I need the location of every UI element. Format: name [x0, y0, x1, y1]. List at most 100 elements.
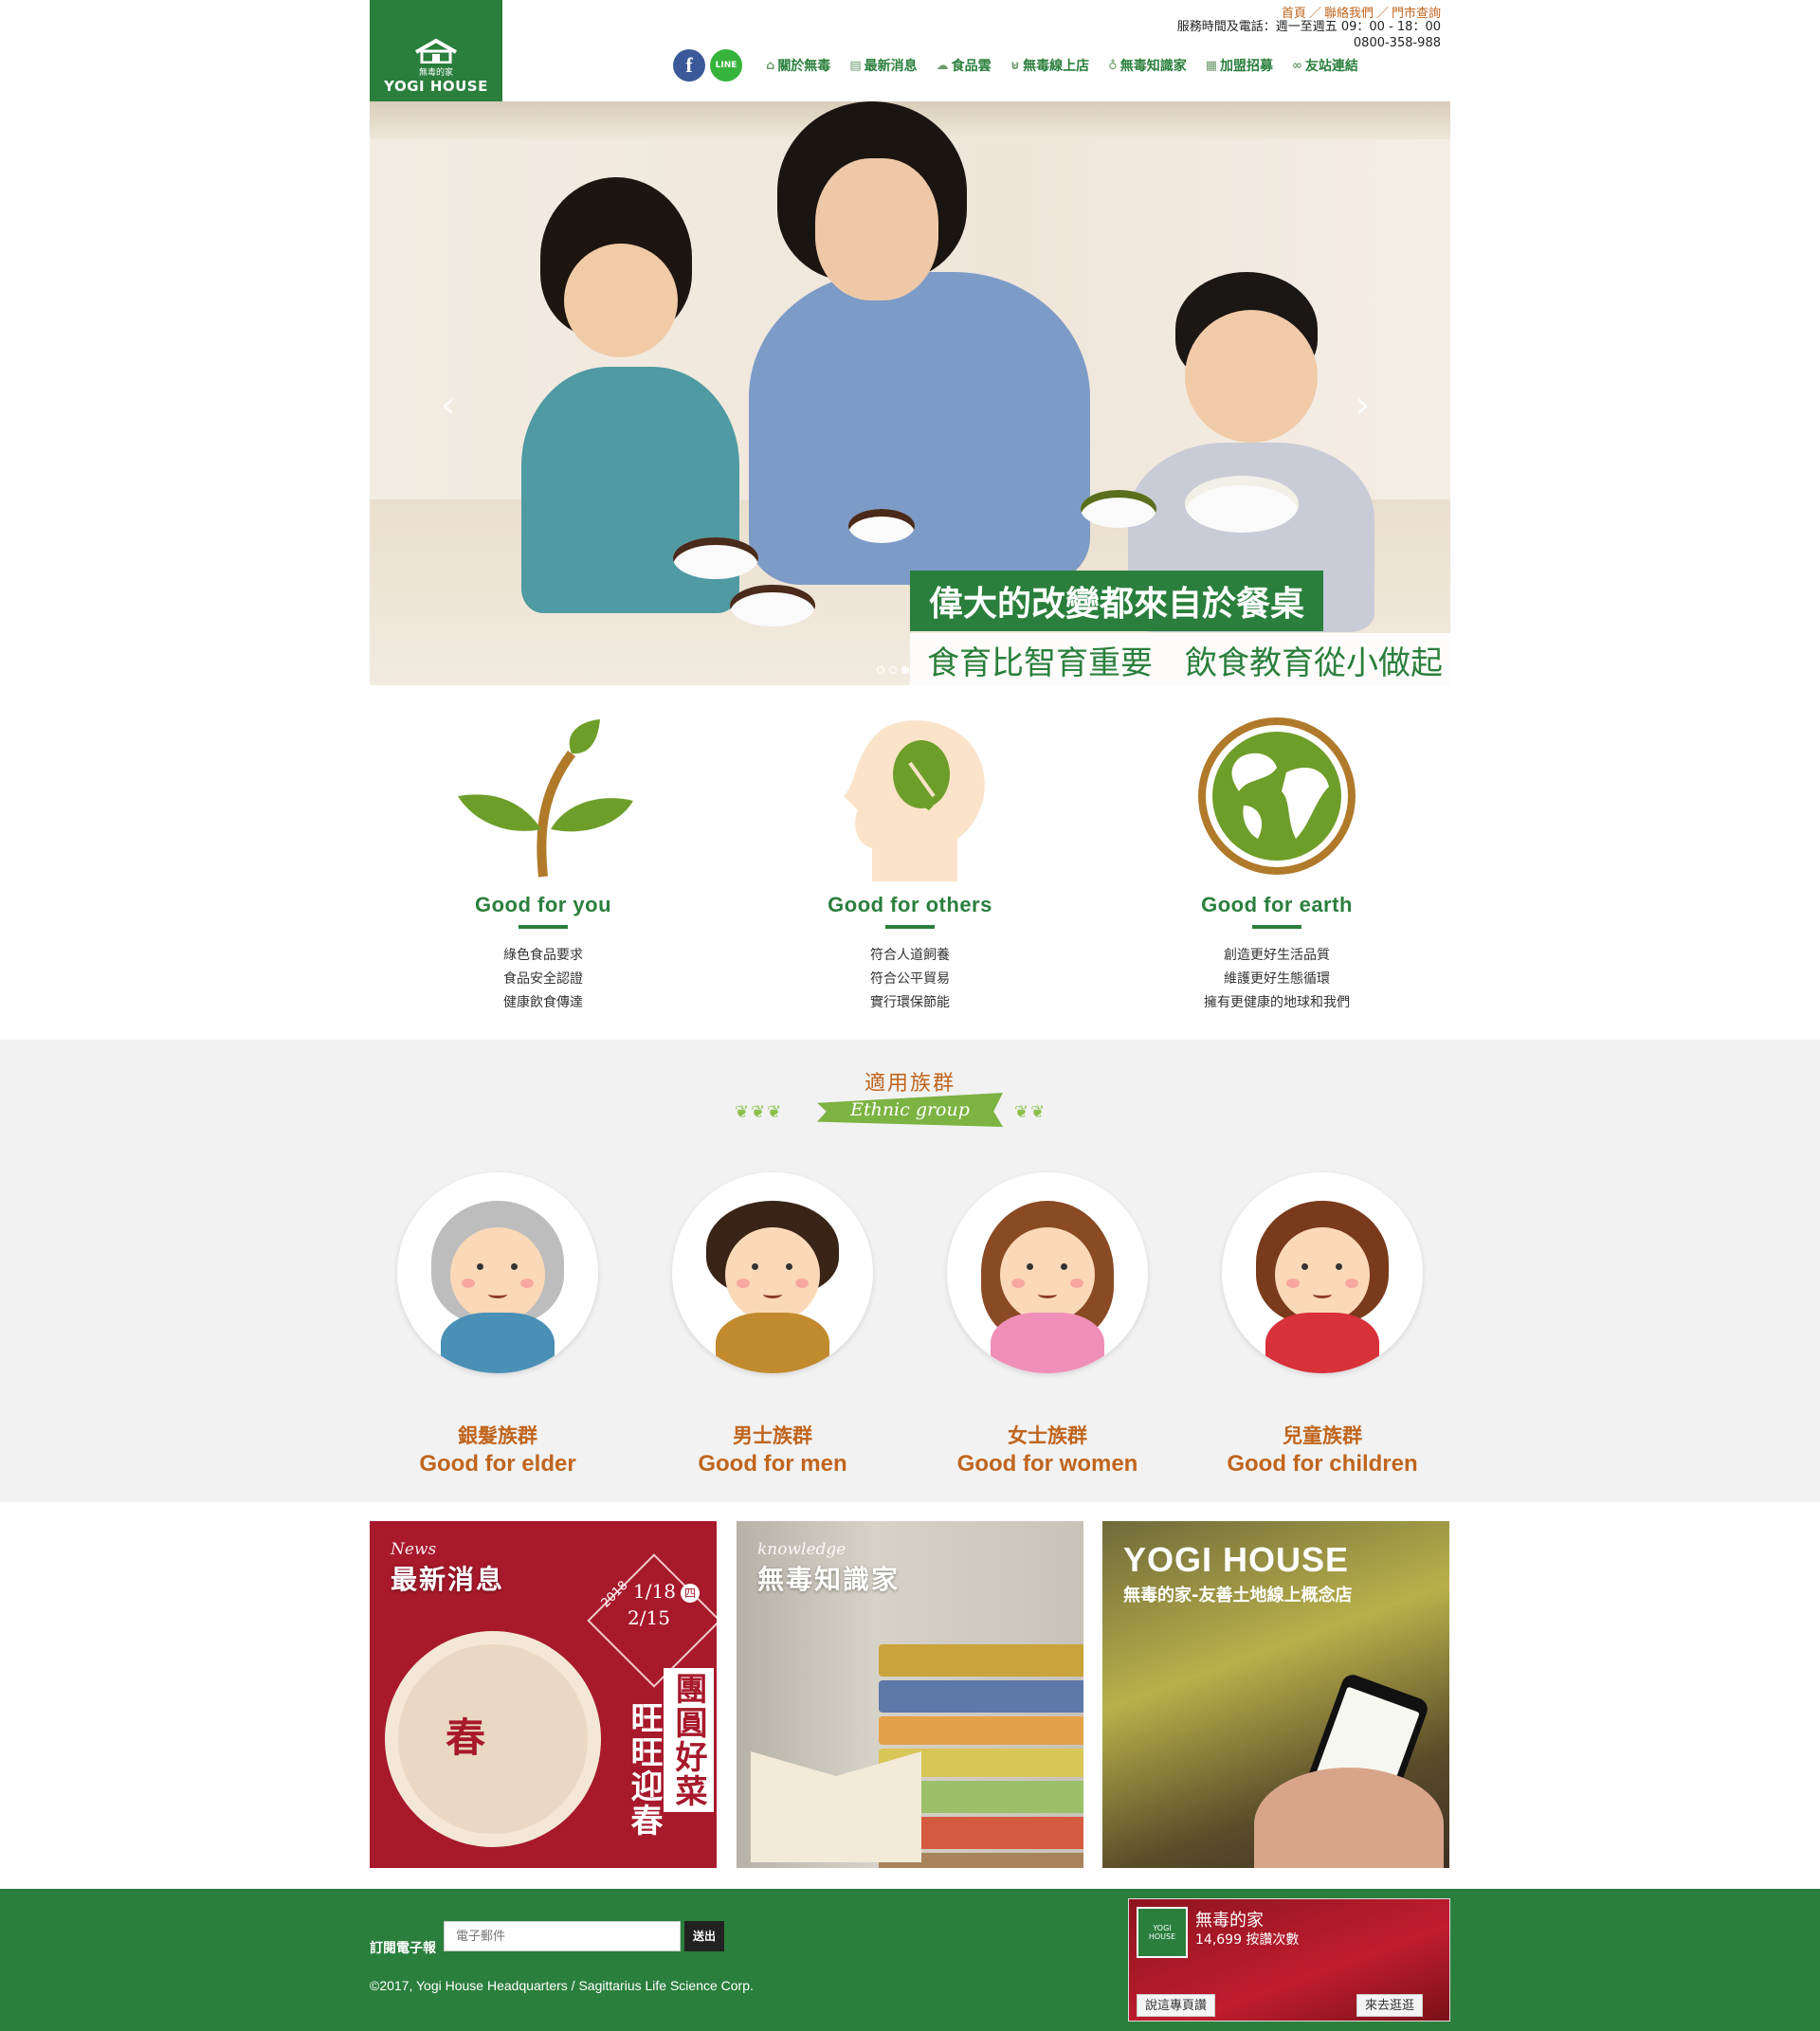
nav-label: 食品雲 — [951, 59, 992, 74]
value-underline — [1252, 925, 1301, 929]
card-big-title: 無毒知識家 — [757, 1564, 901, 1595]
value-title: Good for earth — [1201, 893, 1353, 916]
nav-label: 無毒線上店 — [1023, 59, 1090, 74]
subscribe-label: 訂閱電子報 — [370, 1941, 436, 1956]
avatar-cheek — [737, 1278, 750, 1288]
subscribe-submit-button[interactable]: 送出 — [684, 1921, 724, 1951]
ethnic-title: 適用族群 — [864, 1072, 956, 1096]
card-big-title: YOGI HOUSE — [1123, 1540, 1350, 1579]
avatar-eye — [1336, 1263, 1342, 1270]
avatar-eye — [477, 1263, 483, 1270]
value-line: 符合人道飼養 — [870, 948, 950, 963]
avatar-face — [725, 1227, 820, 1322]
card-online-shop[interactable]: YOGI HOUSE 無毒的家-友善土地線上概念店 — [1102, 1521, 1449, 1868]
card-knowledge[interactable]: knowledge 無毒知識家 — [737, 1521, 1083, 1868]
avatar-cheek — [1286, 1278, 1300, 1288]
group-elder[interactable]: 銀髮族群 Good for elder — [360, 1172, 635, 1478]
avatar-eye — [1061, 1263, 1067, 1270]
carousel-dot[interactable] — [889, 666, 897, 674]
value-underline — [519, 925, 568, 929]
hero-caption: 偉大的改變都來自於餐桌 食育比智育重要 飲食教育從小做起 — [910, 571, 1450, 685]
hours-text: 服務時間及電話：週一至週五 09：00 - 18：00 — [1176, 20, 1441, 34]
hand-illustration — [1254, 1768, 1444, 1868]
nav-label: 加盟招募 — [1220, 59, 1273, 74]
hero-bowl — [848, 509, 915, 543]
value-line: 創造更好生活品質 — [1224, 948, 1330, 963]
main-nav: f LINE ⌂ 關於無毒 ▤ 最新消息 ☁ 食品雲 ⊌ 無毒線上店 ♁ 無毒知識家 ▦ 加… — [673, 49, 1358, 82]
value-line: 綠色食品要求 — [503, 948, 583, 963]
avatar-mouth — [763, 1290, 782, 1298]
value-line: 擁有更健康的地球和我們 — [1204, 995, 1350, 1010]
avatar-body — [991, 1313, 1104, 1373]
value-good-for-you: Good for you 綠色食品要求 食品安全認證 健康飲食傳達 — [401, 716, 685, 1015]
card-small-title: knowledge — [757, 1540, 846, 1559]
value-line: 符合公平貿易 — [870, 971, 950, 987]
copyright: ©2017, Yogi House Headquarters / Sagitta… — [370, 1978, 754, 1993]
group-en: Good for children — [1227, 1451, 1418, 1477]
card-news[interactable]: News 最新消息 2018 1/18 四 2/15 春 團圓好菜 旺旺迎春 — [370, 1521, 717, 1868]
avatar-mouth — [1038, 1290, 1057, 1298]
fb-visit-button[interactable]: 來去逛逛 — [1356, 1994, 1424, 2017]
head-leaf-icon — [815, 716, 1005, 881]
line-icon[interactable]: LINE — [710, 49, 742, 82]
storefront-icon: ▦ — [1205, 58, 1217, 73]
carousel-next-icon[interactable]: › — [1356, 386, 1378, 424]
link-icon: ∞ — [1292, 58, 1302, 73]
avatar-face — [1275, 1227, 1370, 1322]
hero-headline: 偉大的改變都來自於餐桌 — [910, 571, 1324, 631]
service-hours: 服務時間及電話：週一至週五 09：00 - 18：00 0800-358-988 — [1177, 19, 1441, 51]
avatar-eye — [1027, 1263, 1033, 1270]
card-title: YOGI HOUSE 無毒的家-友善土地線上概念店 — [1123, 1540, 1352, 1606]
avatar-face — [450, 1227, 545, 1322]
avatar-mouth — [488, 1290, 507, 1298]
nav-online-shop[interactable]: ⊌ 無毒線上店 — [1010, 56, 1090, 75]
elder-avatar — [397, 1172, 598, 1373]
avatar-cheek — [1070, 1278, 1083, 1288]
fb-like-button[interactable]: 說這專頁讚 — [1137, 1994, 1216, 2017]
nav-knowledge[interactable]: ♁ 無毒知識家 — [1108, 56, 1187, 75]
house-icon: ⌂ — [766, 58, 775, 73]
facebook-page-widget[interactable]: YOGI HOUSE 無毒的家 14,699 按讚次數 說這專頁讚 來去逛逛 — [1128, 1898, 1450, 2022]
group-zh: 女士族群 — [1008, 1424, 1087, 1447]
avatar-body — [441, 1313, 555, 1373]
hero-girl-face — [564, 244, 678, 357]
group-women[interactable]: 女士族群 Good for women — [910, 1172, 1185, 1478]
carousel-prev-icon[interactable]: ‹ — [441, 386, 464, 424]
basket-icon: ⊌ — [1010, 58, 1021, 73]
group-zh: 兒童族群 — [1283, 1424, 1362, 1447]
fb-page-name[interactable]: 無毒的家 — [1195, 1907, 1264, 1931]
hero-boy-face — [1185, 310, 1318, 443]
nav-links[interactable]: ∞ 友站連結 — [1292, 56, 1358, 75]
carousel-dots — [877, 666, 909, 674]
book — [879, 1680, 1083, 1713]
carousel-dot-active[interactable] — [901, 666, 909, 674]
page: 無毒的家 YOGI HOUSE 首頁／聯絡我們／門市查詢 服務時間及電話：週一至… — [0, 0, 1820, 2031]
value-good-for-earth: Good for earth 創造更好生活品質 維護更好生態循環 擁有更健康的地… — [1135, 716, 1419, 1015]
hero-mother-face — [815, 158, 938, 300]
group-men[interactable]: 男士族群 Good for men — [635, 1172, 910, 1478]
group-en: Good for women — [956, 1451, 1138, 1477]
hero-carousel[interactable]: ‹ › 偉大的改變都來自於餐桌 食育比智育重要 飲食教育從小做起 — [370, 101, 1450, 685]
lightbulb-icon: ♁ — [1108, 58, 1118, 73]
news-date-end: 2/15 — [628, 1606, 670, 1629]
nav-about[interactable]: ⌂ 關於無毒 — [766, 56, 830, 75]
footer: 訂閱電子報 送出 ©2017, Yogi House Headquarters … — [0, 1889, 1820, 2031]
news-promo-1: 團圓好菜 — [664, 1668, 714, 1812]
leaf-ornament-icon: ❦❦ — [1014, 1102, 1047, 1122]
avatar-cheek — [462, 1278, 475, 1288]
nav-news[interactable]: ▤ 最新消息 — [849, 56, 917, 75]
avatar-eye — [786, 1263, 792, 1270]
nav-franchise[interactable]: ▦ 加盟招募 — [1206, 56, 1273, 75]
facebook-icon[interactable]: f — [673, 49, 705, 82]
email-input[interactable] — [444, 1921, 681, 1951]
hero-bowl — [1081, 490, 1156, 528]
carousel-dot[interactable] — [877, 666, 884, 674]
value-title: Good for you — [474, 893, 612, 916]
group-children[interactable]: 兒童族群 Good for children — [1185, 1172, 1460, 1478]
value-line: 健康飲食傳達 — [503, 995, 583, 1010]
card-title: News 最新消息 — [391, 1540, 504, 1597]
value-line: 實行環保節能 — [870, 995, 950, 1010]
nav-food-cloud[interactable]: ☁ 食品雲 — [937, 56, 992, 75]
avatar-face — [1000, 1227, 1095, 1322]
nav-label: 友站連結 — [1304, 59, 1358, 74]
